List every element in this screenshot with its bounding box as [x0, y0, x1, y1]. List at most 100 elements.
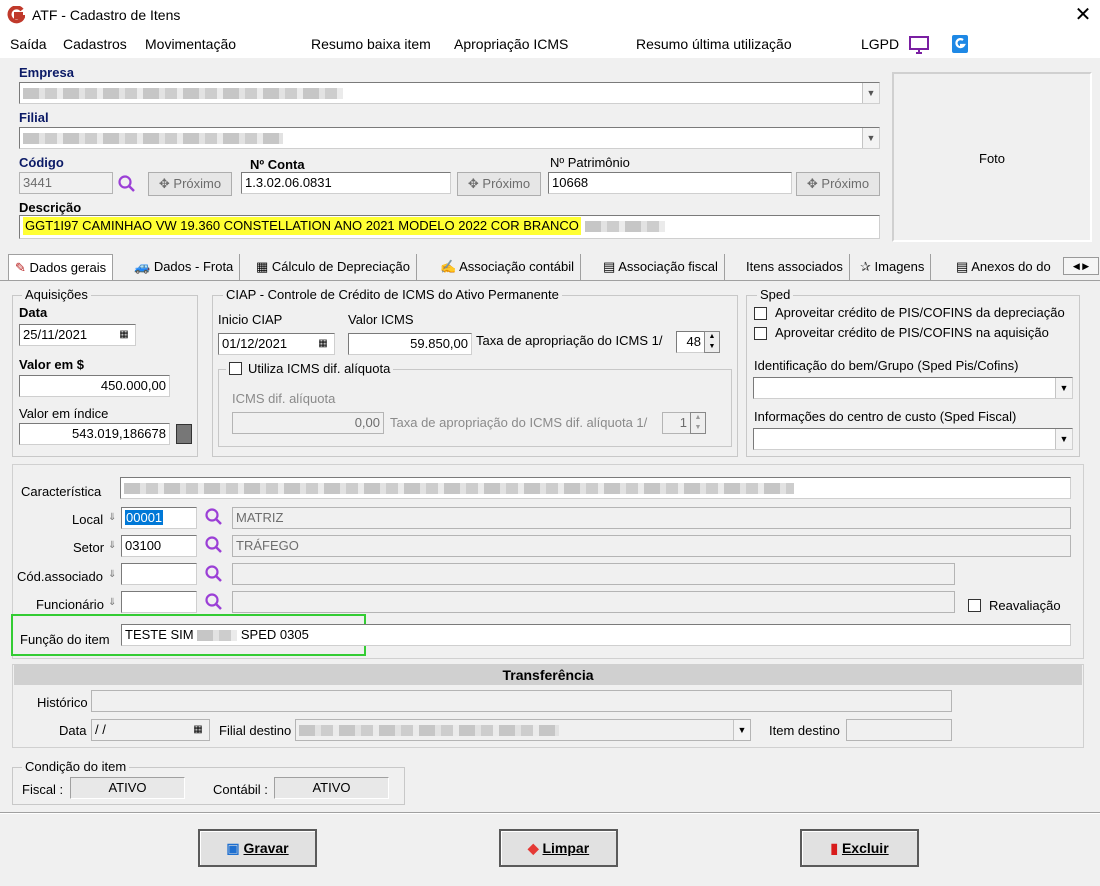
foto-label: Foto [979, 151, 1006, 166]
item-destino-input[interactable] [846, 719, 952, 741]
historico-input[interactable] [91, 690, 952, 712]
tab-dados-frota[interactable]: 🚙 Dados - Frota [134, 254, 241, 280]
calculator-icon: ▦ [256, 259, 269, 274]
icms-dif-input[interactable]: 0,00 [232, 412, 384, 434]
proximo-codigo-button[interactable]: ✥ Próximo [148, 172, 232, 196]
filial-select[interactable]: ▼ [19, 127, 880, 149]
tab-itens-associados[interactable]: Itens associados [746, 254, 850, 280]
app-shortcut-icon[interactable] [951, 34, 969, 54]
menu-movimentacao[interactable]: Movimentação [145, 36, 236, 52]
indice-input[interactable]: 543.019,186678 [19, 423, 170, 445]
cod-associado-input[interactable] [121, 563, 197, 585]
descricao-input[interactable]: GGT1I97 CAMINHAO VW 19.360 CONSTELLATION… [19, 215, 880, 239]
calendar-icon[interactable]: ▦ [114, 325, 134, 345]
plus-icon: ✥ [806, 176, 822, 191]
dif-aliquota-group [218, 369, 732, 447]
codigo-label: Código [19, 155, 64, 170]
local-label: Local [72, 512, 104, 527]
tab-calculo-depreciacao[interactable]: ▦ Cálculo de Depreciação [256, 254, 417, 280]
limpar-button[interactable]: ◆ Limpar [499, 829, 618, 867]
funcionario-input[interactable] [121, 591, 197, 613]
setor-code-input[interactable]: 03100 [121, 535, 197, 557]
identificacao-select[interactable]: ▼ [753, 377, 1073, 399]
pis-aquisicao-checkbox[interactable] [754, 327, 767, 340]
chevron-down-icon[interactable]: ▼ [862, 128, 879, 148]
tab-associacao-contabil[interactable]: ✍ Associação contábil [440, 254, 581, 280]
search-icon[interactable] [204, 592, 224, 612]
tab-scroll-arrows[interactable]: ◀ ▶ [1063, 257, 1099, 275]
search-icon[interactable] [117, 174, 137, 194]
chevron-down-icon[interactable]: ▼ [733, 720, 750, 740]
gravar-label: Gravar [243, 840, 289, 856]
valor-input[interactable]: 450.000,00 [19, 375, 170, 397]
menu-resumo-baixa[interactable]: Resumo baixa item [311, 36, 431, 52]
local-code-value: 00001 [125, 510, 164, 525]
calendar-icon[interactable]: ▦ [313, 334, 333, 354]
spinner-icon[interactable]: ▲ ▼ [704, 331, 720, 353]
chevron-down-icon[interactable]: ▼ [1055, 378, 1072, 398]
chevron-left-icon[interactable]: ◀ [1073, 261, 1080, 271]
plus-icon: ✥ [467, 176, 483, 191]
caracteristica-input[interactable] [120, 477, 1071, 499]
historico-label: Histórico [37, 695, 88, 710]
centro-custo-select[interactable]: ▼ [753, 428, 1073, 450]
menu-cadastros[interactable]: Cadastros [63, 36, 127, 52]
spinner-icon[interactable]: ▲ ▼ [690, 412, 706, 434]
menu-saida[interactable]: Saída [10, 36, 47, 52]
search-icon[interactable] [204, 535, 224, 555]
excluir-button[interactable]: ▮ Excluir [800, 829, 919, 867]
item-destino-label: Item destino [769, 723, 840, 738]
funcao-label: Função do item [20, 632, 110, 647]
tab-dados-gerais[interactable]: ✎ Dados gerais [8, 254, 114, 280]
tab-anexos[interactable]: ▤ Anexos do do [956, 254, 1057, 280]
gravar-button[interactable]: ▣ Gravar [198, 829, 317, 867]
excluir-label: Excluir [841, 840, 889, 856]
codigo-input[interactable]: 3441 [19, 172, 113, 194]
images-icon: ✰ [860, 259, 871, 274]
chevron-down-icon[interactable]: ▼ [862, 83, 879, 103]
pis-depreciacao-checkbox[interactable] [754, 307, 767, 320]
ciap-legend: CIAP - Controle de Crédito de ICMS do At… [223, 287, 562, 302]
proximo-conta-button[interactable]: ✥ Próximo [457, 172, 541, 196]
tab-label: Dados - Frota [153, 259, 234, 274]
calendar-icon[interactable]: ▦ [188, 720, 208, 740]
eraser-icon: ◆ [527, 840, 539, 856]
document-icon: ▤ [603, 259, 616, 274]
filial-label: Filial [19, 110, 49, 125]
reavaliacao-checkbox[interactable] [968, 599, 981, 612]
valor-icms-input[interactable]: 59.850,00 [348, 333, 472, 355]
menu-lgpd[interactable]: LGPD [861, 36, 899, 52]
patrimonio-input[interactable]: 10668 [548, 172, 792, 194]
local-code-input[interactable]: 00001 [121, 507, 197, 529]
monitor-icon[interactable] [908, 35, 930, 55]
car-icon: 🚙 [134, 259, 151, 274]
footer-divider-highlight [0, 813, 1100, 814]
tab-label: Associação fiscal [618, 259, 718, 274]
data-aquisicao-input[interactable]: 25/11/2021 ▦ [19, 324, 136, 346]
filial-destino-label: Filial destino [219, 723, 292, 738]
tab-associacao-fiscal[interactable]: ▤ Associação fiscal [603, 254, 725, 280]
funcionario-name-field [232, 591, 955, 613]
menu-resumo-ultima[interactable]: Resumo última utilização [636, 36, 792, 52]
chevron-right-icon[interactable]: ▶ [1082, 261, 1089, 271]
utiliza-dif-checkbox[interactable] [229, 362, 242, 375]
calculator-icon[interactable] [176, 424, 192, 444]
funcao-input[interactable]: TESTE SIM SPED 0305 [121, 624, 1071, 646]
attachment-icon: ▤ [956, 259, 969, 274]
conta-input[interactable]: 1.3.02.06.0831 [241, 172, 451, 194]
tab-imagens[interactable]: ✰ Imagens [860, 254, 932, 280]
data-transf-input[interactable]: / / ▦ [91, 719, 210, 741]
down-arrow-icon: ⇓ [108, 597, 117, 608]
setor-label: Setor [73, 540, 105, 555]
chevron-down-icon[interactable]: ▼ [1055, 429, 1072, 449]
filial-destino-select[interactable]: ▼ [295, 719, 751, 741]
inicio-ciap-input[interactable]: 01/12/2021 ▦ [218, 333, 335, 355]
search-icon[interactable] [204, 564, 224, 584]
cod-associado-label: Cód.associado [17, 569, 103, 584]
descricao-text: GGT1I97 CAMINHAO VW 19.360 CONSTELLATION… [23, 217, 581, 235]
search-icon[interactable] [204, 507, 224, 527]
empresa-select[interactable]: ▼ [19, 82, 880, 104]
menu-apropriacao-icms[interactable]: Apropriação ICMS [454, 36, 568, 52]
proximo-patrimonio-button[interactable]: ✥ Próximo [796, 172, 880, 196]
close-icon[interactable]: ✕ [1072, 3, 1094, 27]
